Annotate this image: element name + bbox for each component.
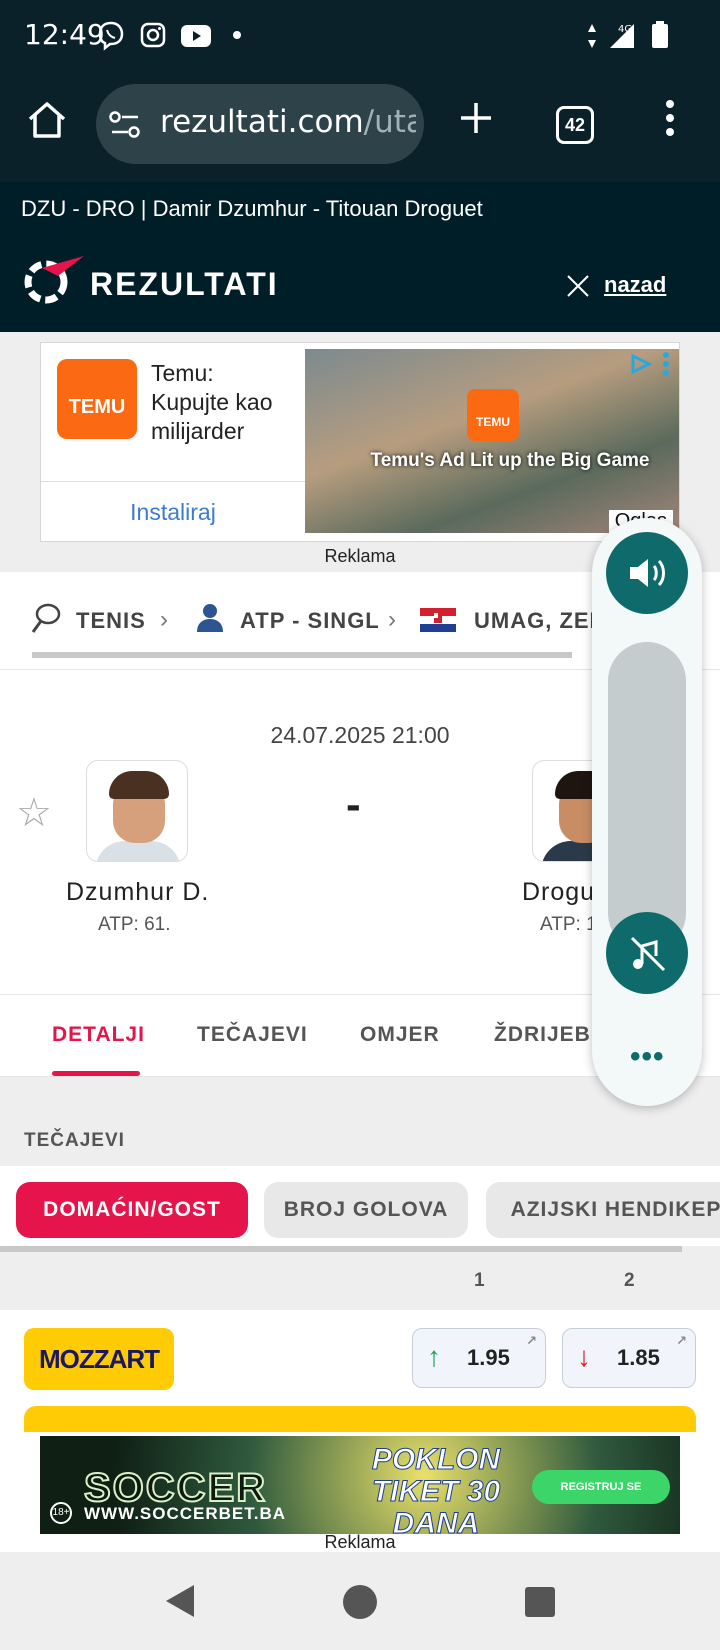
- ad-image-caption: Temu's Ad Lit up the Big Game: [370, 450, 650, 471]
- viber-icon: [98, 21, 124, 51]
- chip-azijski-hendikep[interactable]: AZIJSKI HENDIKEP: [486, 1182, 720, 1238]
- arrow-down-icon: ↓: [577, 1341, 591, 1372]
- browser-toolbar: rezultati.com/uta 42: [0, 72, 720, 182]
- odds-columns-header: 1 2: [0, 1252, 720, 1310]
- close-icon: [567, 275, 589, 297]
- volume-panel: •••: [592, 518, 702, 1106]
- adchoices-icon[interactable]: [629, 353, 653, 375]
- banner-register-button[interactable]: REGISTRUJ SE: [532, 1470, 670, 1504]
- chevron-right-icon: ›: [388, 606, 396, 633]
- signal-icon: 4G: [610, 24, 634, 48]
- ad-title: Temu: Kupujte kao milijarder: [151, 360, 273, 444]
- ad-menu-icon[interactable]: [661, 351, 671, 377]
- site-settings-icon[interactable]: [108, 110, 142, 140]
- chip-broj-golova[interactable]: BROJ GOLOVA: [264, 1182, 468, 1238]
- external-link-icon: ↗: [526, 1333, 537, 1348]
- match-score: -: [346, 780, 361, 829]
- away-player-rank: ATP: 1: [540, 914, 597, 935]
- odds-value-2: 1.85: [617, 1345, 660, 1370]
- ad-card[interactable]: TEMU Temu: Kupujte kao milijarder Instal…: [40, 342, 680, 542]
- odds-button-1[interactable]: ↑ 1.95 ↗: [412, 1328, 546, 1388]
- breadcrumb-category[interactable]: ATP - SINGL: [240, 608, 380, 634]
- breadcrumb-tournament[interactable]: UMAG, ZEM: [474, 608, 609, 634]
- status-bar: 12:49 4G: [0, 0, 720, 72]
- tab-tecajevi[interactable]: TEČAJEVI: [197, 1023, 308, 1047]
- data-arrows-icon: [588, 24, 596, 48]
- chevron-right-icon: ›: [160, 606, 168, 633]
- banner-promo: POKLON TIKET 30 DANA: [371, 1443, 501, 1534]
- banner-url: WWW.SOCCERBET.BA: [84, 1504, 287, 1523]
- rezultati-logo-icon[interactable]: [22, 252, 88, 304]
- home-player-avatar[interactable]: [86, 760, 188, 862]
- person-icon: [197, 604, 223, 632]
- odds-market-chips: DOMAĆIN/GOST BROJ GOLOVA AZIJSKI HENDIKE…: [0, 1166, 720, 1246]
- mute-icon: [630, 936, 666, 972]
- avatar-shirt: [95, 841, 181, 861]
- plus-icon[interactable]: [458, 100, 494, 136]
- age-badge: 18+: [50, 1502, 72, 1524]
- volume-icon: [630, 559, 665, 587]
- star-icon[interactable]: ☆: [16, 790, 52, 836]
- odds-value-1: 1.95: [467, 1345, 510, 1370]
- site-header: REZULTATI nazad: [0, 236, 720, 332]
- overflow-menu-icon[interactable]: [664, 98, 676, 138]
- address-bar[interactable]: rezultati.com/uta: [96, 84, 424, 164]
- bookmaker-logo[interactable]: MOZZART: [24, 1328, 174, 1390]
- back-nav-icon[interactable]: [162, 1582, 198, 1620]
- home-player-name[interactable]: Dzumhur D.: [66, 878, 209, 907]
- tennis-icon: [31, 603, 61, 633]
- notification-dot-icon: [233, 31, 241, 39]
- mute-button[interactable]: [606, 912, 688, 994]
- more-options-icon[interactable]: •••: [630, 1040, 665, 1074]
- temu-logo: TEMU: [57, 359, 137, 439]
- volume-button[interactable]: [606, 532, 688, 614]
- bookmaker-row: MOZZART ↑ 1.95 ↗ ↓ 1.85 ↗: [0, 1310, 720, 1446]
- youtube-icon: [181, 25, 211, 47]
- soccerbet-banner[interactable]: 18+ SOCCER WWW.SOCCERBET.BA POKLON TIKET…: [40, 1436, 680, 1534]
- volume-slider[interactable]: [608, 642, 686, 952]
- battery-icon: [652, 21, 668, 48]
- odds-button-2[interactable]: ↓ 1.85 ↗: [562, 1328, 696, 1388]
- home-nav-icon[interactable]: [342, 1584, 378, 1620]
- arrow-up-icon: ↑: [427, 1341, 441, 1372]
- home-player-rank: ATP: 61.: [98, 914, 171, 935]
- site-logo[interactable]: REZULTATI: [90, 266, 279, 303]
- install-button[interactable]: Instaliraj: [41, 481, 305, 543]
- system-nav-bar: [0, 1552, 720, 1650]
- bottom-ad: 18+ SOCCER WWW.SOCCERBET.BA POKLON TIKET…: [0, 1432, 720, 1552]
- page-title: DZU - DRO | Damir Dzumhur - Titouan Drog…: [0, 182, 720, 236]
- recents-nav-icon[interactable]: [524, 1586, 556, 1618]
- croatia-flag-icon: [420, 608, 456, 632]
- tab-zdrijeb[interactable]: ŽDRIJEB: [494, 1023, 591, 1047]
- tab-switcher-icon[interactable]: 42: [556, 106, 594, 144]
- network-type: 4G: [618, 24, 632, 35]
- tab-omjer[interactable]: OMJER: [360, 1023, 440, 1047]
- odds-section-title: TEČAJEVI: [0, 1112, 720, 1166]
- status-time: 12:49: [24, 18, 105, 51]
- tab-detalji[interactable]: DETALJI: [52, 1023, 145, 1047]
- back-label: nazad: [604, 272, 667, 297]
- external-link-icon: ↗: [676, 1333, 687, 1348]
- ad-caption: Reklama: [324, 1532, 396, 1552]
- url-text: rezultati.com/uta: [160, 104, 416, 140]
- instagram-icon: [140, 22, 166, 48]
- url-domain: rezultati.com: [160, 104, 364, 140]
- breadcrumb-sport[interactable]: TENIS: [76, 608, 146, 634]
- column-1: 1: [474, 1270, 485, 1291]
- away-player-name[interactable]: Drogu: [522, 878, 595, 907]
- column-2: 2: [624, 1270, 635, 1291]
- back-link[interactable]: nazad: [566, 272, 666, 298]
- chip-domacin-gost[interactable]: DOMAĆIN/GOST: [16, 1182, 248, 1238]
- home-icon[interactable]: [26, 100, 68, 140]
- breadcrumb-scrollbar[interactable]: [32, 652, 572, 658]
- url-path: /uta: [363, 104, 416, 140]
- active-tab-indicator: [52, 1071, 140, 1076]
- ad-image[interactable]: TEMU Temu's Ad Lit up the Big Game Oglas: [305, 349, 679, 533]
- avatar-hair: [109, 771, 169, 799]
- ad-image-logo: TEMU: [467, 389, 519, 441]
